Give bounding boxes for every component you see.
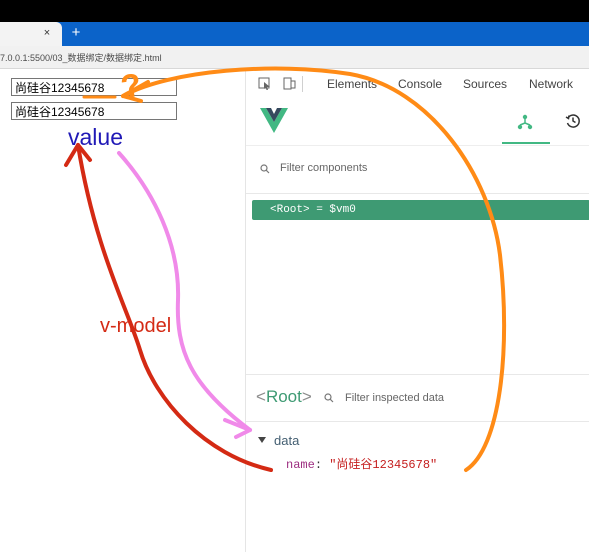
selected-component-row[interactable]: <Root> = $vm0 (252, 200, 589, 220)
data-section-label[interactable]: data (274, 433, 299, 448)
address-url[interactable]: 7.0.0.1:5500/03_数据绑定/数据绑定.html (0, 51, 162, 64)
address-bar[interactable]: 7.0.0.1:5500/03_数据绑定/数据绑定.html (0, 46, 589, 69)
expand-caret-icon[interactable] (258, 437, 266, 443)
root-component-title: <Root> (256, 388, 312, 406)
name-input-1[interactable] (11, 78, 177, 96)
tab-sources[interactable]: Sources (463, 77, 507, 91)
search-icon (260, 164, 270, 174)
browser-tab[interactable]: × (0, 22, 62, 46)
toolbar-separator (302, 76, 303, 92)
root-name: Root (265, 387, 302, 406)
component-filter-row[interactable]: Filter components (246, 146, 589, 194)
selected-component-label: <Root> = $vm0 (270, 204, 356, 216)
inspected-data-filter[interactable]: Filter inspected data (345, 392, 444, 404)
history-icon[interactable] (564, 112, 582, 130)
tab-console[interactable]: Console (398, 77, 442, 91)
vue-logo-icon (260, 108, 288, 133)
devtools-panel: Elements Console Sources Network Filter … (245, 69, 589, 552)
data-section: data name: "尚硅谷12345678" (258, 433, 578, 489)
window-top-bar (0, 0, 589, 22)
device-toggle-icon[interactable] (282, 77, 296, 91)
components-tree-icon[interactable] (516, 113, 534, 131)
root-bracket-left: < (256, 387, 266, 406)
search-icon (324, 393, 334, 403)
root-bracket-right: > (301, 387, 312, 406)
inspector-header: <Root> Filter inspected data (246, 375, 589, 422)
component-filter-placeholder[interactable]: Filter components (280, 162, 367, 174)
screenshot-frame: × + 7.0.0.1:5500/03_数据绑定/数据绑定.html Eleme… (0, 0, 589, 552)
tab-close-icon[interactable]: × (41, 27, 53, 39)
tab-elements[interactable]: Elements (327, 77, 377, 91)
vmodel-annotation: v-model (100, 315, 172, 337)
value-annotation: value (68, 124, 123, 150)
browser-tab-strip: × + (0, 22, 589, 46)
components-tab-underline (502, 142, 550, 144)
new-tab-icon[interactable]: + (68, 25, 84, 41)
name-input-2[interactable] (11, 102, 177, 120)
data-property-row[interactable]: name: "尚硅谷12345678" (286, 457, 437, 473)
vue-devtools-header (246, 99, 589, 146)
property-colon: : (314, 458, 323, 472)
cursor-select-icon[interactable] (258, 77, 272, 91)
tab-network[interactable]: Network (529, 77, 573, 91)
property-value[interactable]: "尚硅谷12345678" (329, 458, 437, 472)
devtools-toolbar: Elements Console Sources Network (246, 69, 589, 100)
property-key: name (286, 458, 315, 472)
